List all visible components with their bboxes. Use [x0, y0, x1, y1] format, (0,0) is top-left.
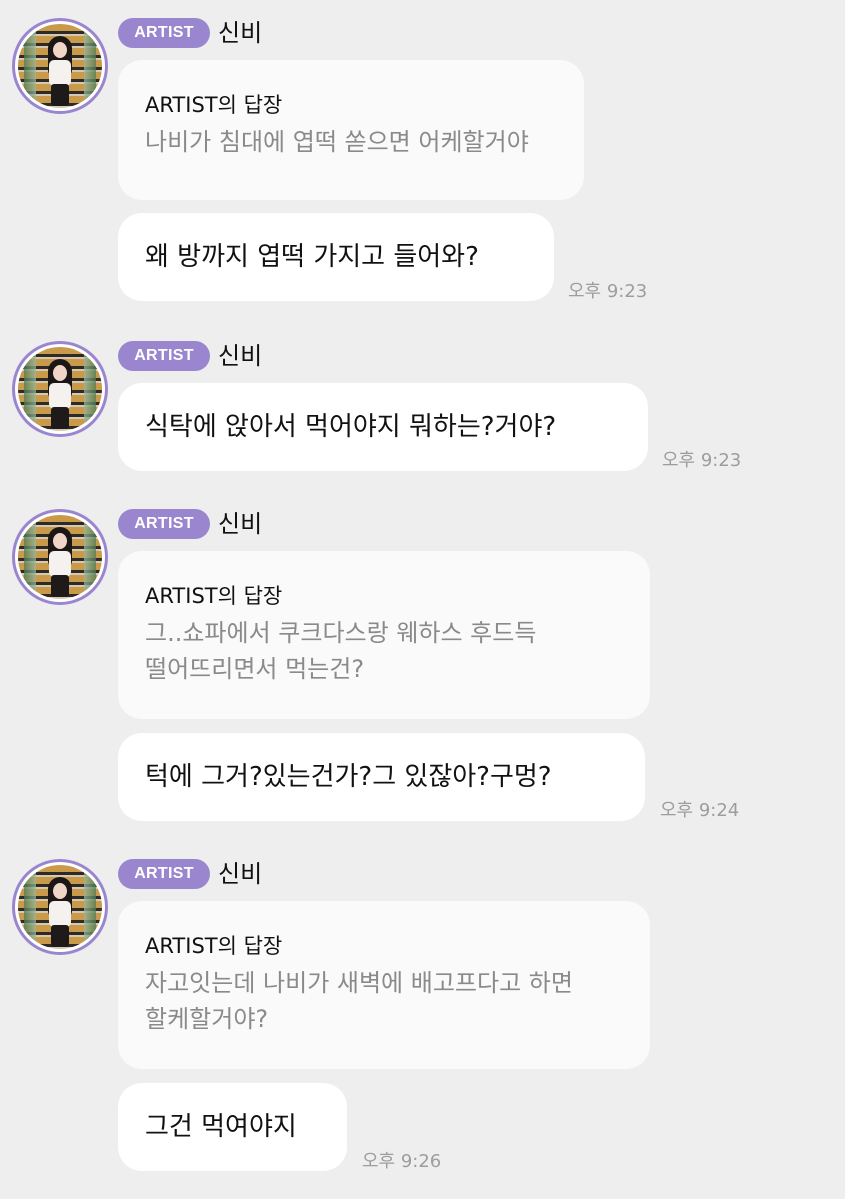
message-text: 턱에 그거?있는건가?그 있잖아?구멍?	[145, 762, 552, 792]
artist-badge: ARTIST	[118, 18, 210, 48]
message-text: 식탁에 앉아서 먹어야지 뭐하는?거야?	[145, 412, 557, 442]
message-bubble[interactable]: 턱에 그거?있는건가?그 있잖아?구멍?	[118, 733, 645, 821]
reply-label: ARTIST의 답장	[145, 93, 283, 117]
message-bubble[interactable]: 왜 방까지 엽떡 가지고 들어와?	[118, 213, 554, 301]
reply-label: ARTIST의 답장	[145, 584, 283, 608]
artist-badge: ARTIST	[118, 859, 210, 889]
sender-name: 신비	[218, 342, 263, 370]
reply-bubble[interactable]: ARTIST의 답장 그..쇼파에서 쿠크다스랑 웨하스 후드득 떨어뜨리면서 …	[118, 551, 650, 719]
message-text: 그건 먹여야지	[145, 1112, 297, 1142]
sender-name: 신비	[218, 19, 263, 47]
avatar[interactable]	[12, 18, 108, 114]
avatar[interactable]	[12, 509, 108, 605]
message-time: 오후 9:26	[362, 1151, 442, 1172]
sender-name: 신비	[218, 860, 263, 888]
quoted-message-line: 떨어뜨리면서 먹는건?	[145, 655, 365, 683]
quoted-message-line: 나비가 침대에 엽떡 쏟으면 어케할거야	[145, 128, 529, 156]
reply-bubble[interactable]: ARTIST의 답장 나비가 침대에 엽떡 쏟으면 어케할거야	[118, 60, 584, 200]
artist-badge: ARTIST	[118, 509, 210, 539]
sender-name: 신비	[218, 510, 263, 538]
message-bubble[interactable]: 식탁에 앉아서 먹어야지 뭐하는?거야?	[118, 383, 648, 471]
avatar-photo	[18, 865, 102, 949]
quoted-message-line: 그..쇼파에서 쿠크다스랑 웨하스 후드득	[145, 619, 537, 647]
quoted-message-line: 자고잇는데 나비가 새벽에 배고프다고 하면	[145, 969, 573, 997]
quoted-message-line: 할케할거야?	[145, 1005, 269, 1033]
message-time: 오후 9:23	[568, 281, 648, 302]
avatar[interactable]	[12, 341, 108, 437]
artist-badge: ARTIST	[118, 341, 210, 371]
message-text: 왜 방까지 엽떡 가지고 들어와?	[145, 242, 479, 272]
avatar-photo	[18, 347, 102, 431]
avatar-photo	[18, 515, 102, 599]
message-time: 오후 9:23	[662, 450, 742, 471]
message-bubble[interactable]: 그건 먹여야지	[118, 1083, 347, 1171]
avatar[interactable]	[12, 859, 108, 955]
reply-label: ARTIST의 답장	[145, 934, 283, 958]
message-time: 오후 9:24	[660, 800, 740, 821]
reply-bubble[interactable]: ARTIST의 답장 자고잇는데 나비가 새벽에 배고프다고 하면 할케할거야?	[118, 901, 650, 1069]
avatar-photo	[18, 24, 102, 108]
